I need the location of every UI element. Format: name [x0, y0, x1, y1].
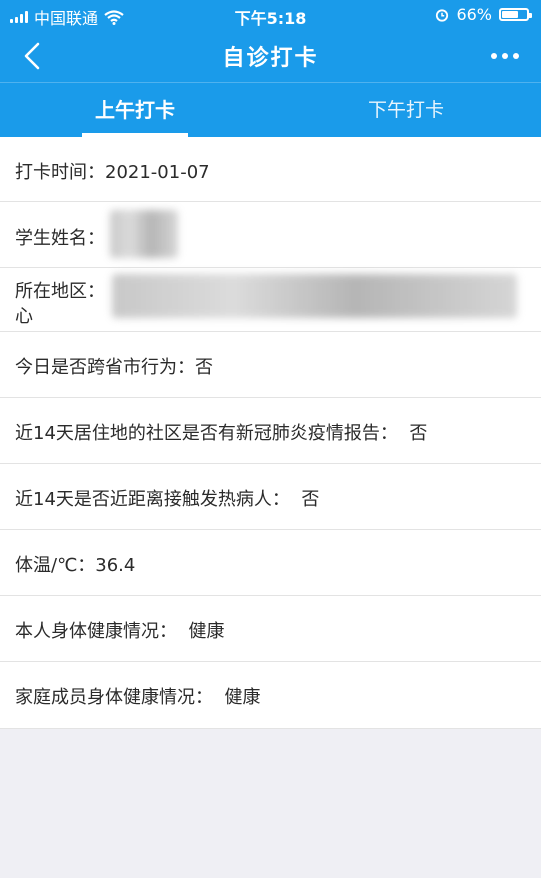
temperature-value: 36.4 [95, 555, 136, 576]
battery-icon [499, 8, 532, 21]
nav-bar: 自诊打卡 [0, 30, 541, 82]
cross-province-value: 否 [195, 357, 213, 378]
row-cross-province: 今日是否跨省市行为：否 [0, 332, 541, 398]
family-health-label: 家庭成员身体健康情况： [15, 687, 213, 708]
self-health-label: 本人身体健康情况： [15, 621, 177, 642]
checkin-record-list: 打卡时间：2021-01-07 学生姓名： 所在地区： 心 今日是否跨省市行为：… [0, 137, 541, 729]
alarm-icon [436, 8, 449, 22]
status-right: 66% [435, 5, 532, 24]
tab-morning-checkin[interactable]: 上午打卡 [0, 83, 270, 137]
row-community-report: 近14天居住地的社区是否有新冠肺炎疫情报告： 否 [0, 398, 541, 464]
fever-contact-value: 否 [301, 489, 320, 510]
row-checkin-time: 打卡时间：2021-01-07 [0, 137, 541, 202]
fever-contact-label: 近14天是否近距离接触发热病人： [15, 489, 290, 510]
row-temperature: 体温/℃：36.4 [0, 530, 541, 596]
cross-province-label: 今日是否跨省市行为： [15, 357, 195, 378]
family-health-value: 健康 [224, 687, 261, 708]
row-family-health: 家庭成员身体健康情况： 健康 [0, 662, 541, 729]
self-health-value: 健康 [188, 621, 225, 642]
more-icon[interactable] [491, 53, 519, 59]
checkin-time-label: 打卡时间： [15, 162, 105, 183]
row-region: 所在地区： 心 [0, 268, 541, 332]
tab-bar: 上午打卡 下午打卡 [0, 82, 541, 137]
row-fever-contact: 近14天是否近距离接触发热病人： 否 [0, 464, 541, 530]
row-self-health: 本人身体健康情况： 健康 [0, 596, 541, 662]
region-label: 所在地区： [15, 281, 105, 302]
temperature-label: 体温/℃： [15, 555, 96, 576]
row-student-name: 学生姓名： [0, 202, 541, 268]
student-name-label: 学生姓名： [15, 228, 105, 249]
battery-percent: 66% [456, 5, 492, 24]
checkin-time-value: 2021-01-07 [105, 162, 210, 183]
page-title: 自诊打卡 [222, 46, 319, 71]
status-bar: 中国联通 下午5:18 66% [0, 0, 541, 30]
community-report-value: 否 [409, 423, 428, 444]
region-value-continued: 心 [15, 306, 33, 327]
redacted-region-address [112, 274, 517, 318]
community-report-label: 近14天居住地的社区是否有新冠肺炎疫情报告： [15, 423, 398, 444]
redacted-student-name [110, 210, 178, 258]
empty-background-area [0, 729, 541, 878]
tab-afternoon-checkin[interactable]: 下午打卡 [271, 83, 541, 137]
